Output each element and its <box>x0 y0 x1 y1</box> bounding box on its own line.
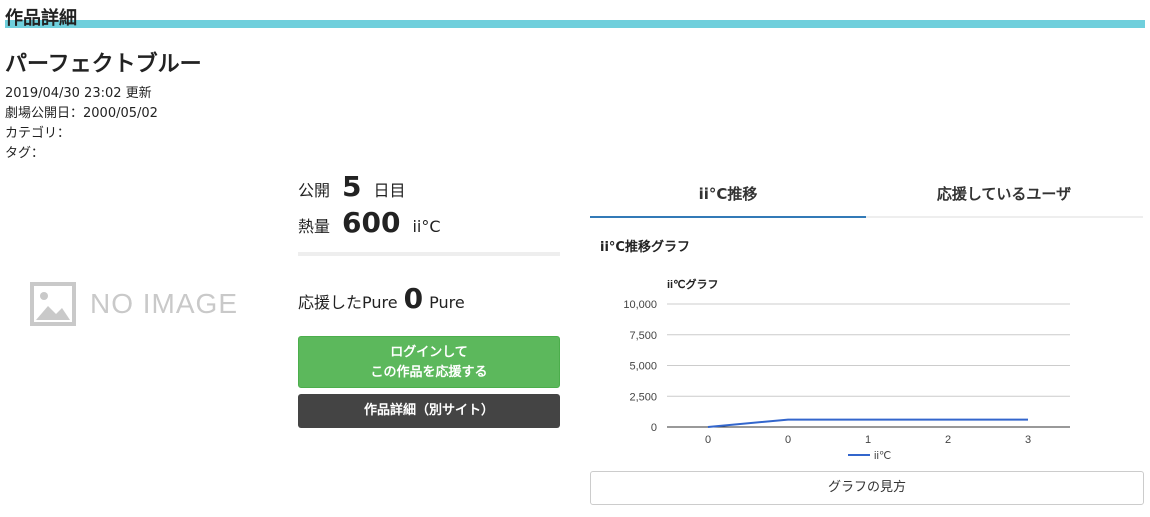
tab-supporting-users[interactable]: 応援しているユーザ <box>866 172 1142 216</box>
public-label: 公開 <box>298 181 331 200</box>
chart-x-tick-label: 0 <box>785 434 791 446</box>
public-unit: 日目 <box>373 181 406 200</box>
tags-label: タグ： <box>5 146 45 161</box>
chart-x-tick-label: 3 <box>1025 434 1031 446</box>
no-image-placeholder: NO IMAGE <box>30 282 238 326</box>
work-title: パーフェクトブルー <box>5 52 202 77</box>
no-image-text: NO IMAGE <box>90 288 239 319</box>
public-days-row: 公開 5 日目 <box>298 170 560 206</box>
heat-row: 熱量 600 ii°C <box>298 206 560 242</box>
stats-panel: 公開 5 日目 熱量 600 ii°C <box>298 170 560 256</box>
category-label: カテゴリ： <box>5 126 71 141</box>
tab-heat-trend[interactable]: ii°C推移 <box>590 172 866 218</box>
public-value: 5 <box>342 170 362 203</box>
graph-howto-button[interactable]: グラフの見方 <box>590 471 1144 505</box>
chart-legend-label: ii℃ <box>874 450 891 462</box>
chart-x-tick-label: 1 <box>865 434 871 446</box>
section-header: 作品詳細 <box>0 0 1145 30</box>
chart-y-tick-label: 7,500 <box>629 330 657 342</box>
support-row: 応援したPure 0 Pure <box>298 282 465 315</box>
chart-y-tick-label: 10,000 <box>623 299 657 311</box>
stats-divider <box>298 252 560 256</box>
work-meta: 2019/04/30 23:02 更新 劇場公開日：2000/05/02 カテゴ… <box>5 84 158 164</box>
section-accent-bar <box>5 20 1145 28</box>
heat-value: 600 <box>342 206 401 239</box>
heat-chart: ii℃グラフ 0 2,500 5,000 7,500 10,000 0 0 1 2 3 ii℃ <box>600 270 1080 470</box>
graph-section-title: ii°C推移グラフ <box>600 240 690 255</box>
chart-x-tick-label: 0 <box>705 434 711 446</box>
graph-tabs: ii°C推移 応援しているユーザ <box>590 172 1143 218</box>
work-detail-external-button[interactable]: 作品詳細（別サイト） <box>298 394 560 428</box>
chart-series-line <box>707 418 1028 428</box>
chart-y-tick-label: 5,000 <box>629 361 657 373</box>
image-icon <box>30 282 76 326</box>
support-unit: Pure <box>429 293 465 312</box>
release-date: 劇場公開日：2000/05/02 <box>5 106 158 121</box>
updated-date: 2019/04/30 23:02 更新 <box>5 86 152 101</box>
chart-y-tick-label: 0 <box>651 422 657 434</box>
support-button-line1: ログインして <box>390 345 468 360</box>
support-value: 0 <box>403 282 424 315</box>
section-title: 作品詳細 <box>5 8 77 29</box>
heat-unit: ii°C <box>412 217 441 236</box>
chart-title: ii℃グラフ <box>667 277 718 291</box>
chart-y-tick-label: 2,500 <box>629 391 657 403</box>
login-support-button[interactable]: ログインして この作品を応援する <box>298 336 560 388</box>
heat-label: 熱量 <box>298 217 331 236</box>
heat-chart-svg: ii℃グラフ 0 2,500 5,000 7,500 10,000 0 0 1 2 3 ii℃ <box>623 277 1070 462</box>
support-button-line2: この作品を応援する <box>370 365 488 380</box>
support-label: 応援したPure <box>298 293 398 312</box>
chart-x-tick-label: 2 <box>945 434 951 446</box>
